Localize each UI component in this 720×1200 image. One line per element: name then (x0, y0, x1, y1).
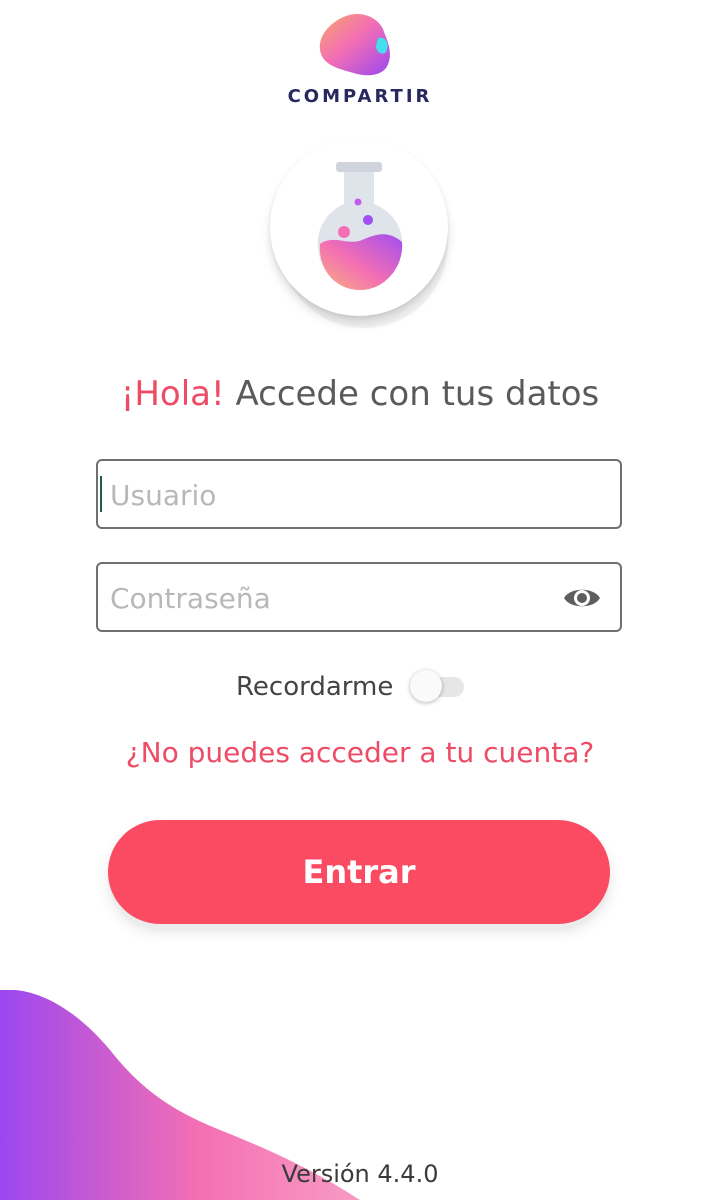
login-button[interactable]: Entrar (108, 820, 610, 924)
flask-icon (317, 162, 403, 290)
app-version: Versión 4.4.0 (281, 1160, 439, 1188)
remember-toggle[interactable] (410, 670, 466, 704)
text-caret (100, 476, 102, 512)
greeting-highlight: ¡Hola! (120, 374, 225, 414)
forgot-account-link[interactable]: ¿No puedes acceder a tu cuenta? (0, 736, 720, 769)
greeting-text: Accede con tus datos (235, 374, 600, 414)
password-input[interactable] (108, 564, 552, 632)
username-field[interactable] (96, 459, 622, 529)
brand-name: COMPARTIR (287, 86, 433, 107)
password-field[interactable] (96, 562, 622, 632)
eye-icon[interactable] (562, 581, 602, 615)
username-input[interactable] (108, 461, 552, 529)
remember-label: Recordarme (236, 672, 394, 702)
brand-logo-icon (319, 13, 390, 76)
toggle-knob (410, 670, 442, 702)
greeting: ¡Hola! Accede con tus datos (0, 374, 720, 414)
